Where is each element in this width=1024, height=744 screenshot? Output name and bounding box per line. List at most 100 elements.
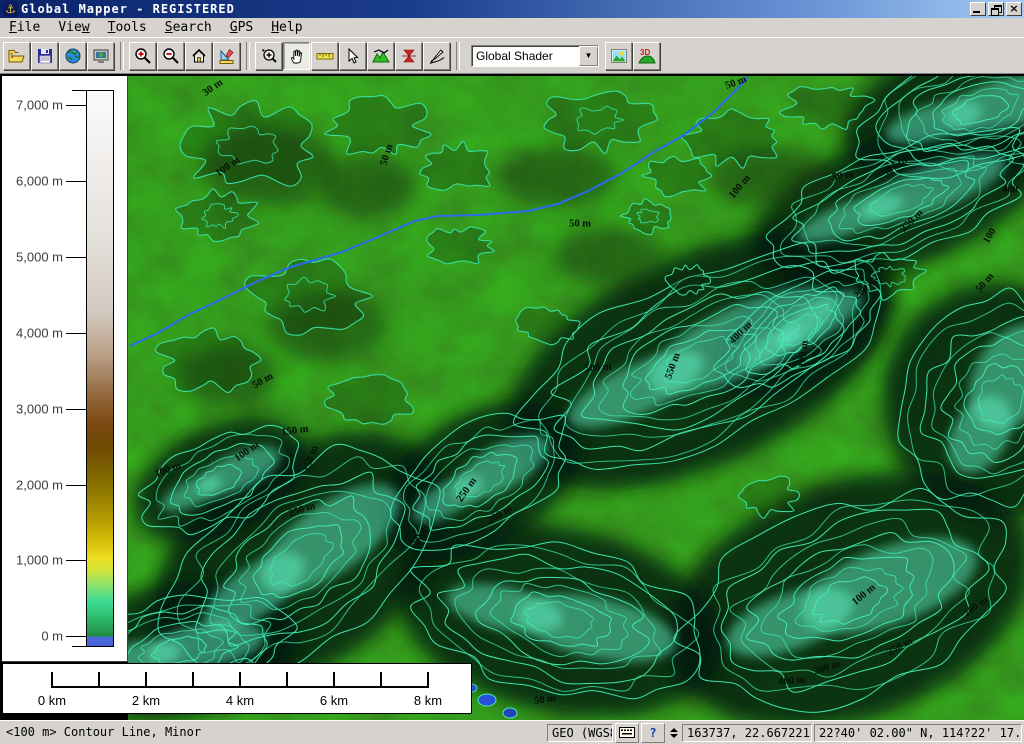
scale-label: 8 km	[414, 693, 442, 708]
help-icon[interactable]: ?	[641, 723, 665, 743]
legend-tick-label: 7,000 m	[16, 98, 63, 113]
menu-help[interactable]: Help	[262, 19, 311, 37]
full-view-icon	[190, 47, 208, 65]
screen-capture-icon	[92, 47, 110, 65]
scale-tick	[380, 672, 382, 688]
legend-bar-end-tick	[72, 646, 86, 647]
status-projection: GEO (WGS84	[547, 724, 613, 742]
path-profile-icon	[372, 47, 390, 65]
status-coords-decimal: 163737, 22.66722137 )	[682, 724, 812, 742]
contour-label: 400	[1002, 185, 1018, 196]
measure-icon	[316, 47, 334, 65]
scale-label: 4 km	[226, 693, 254, 708]
close-button[interactable]: ×	[1006, 2, 1022, 16]
world-download-button[interactable]	[59, 42, 86, 70]
save-icon	[36, 47, 54, 65]
legend-tick	[66, 181, 86, 182]
menu-file[interactable]: File	[0, 19, 49, 37]
legend-tick	[66, 409, 86, 410]
measure-button[interactable]	[311, 42, 338, 70]
scale-tick	[239, 672, 241, 688]
zoom-scale-button[interactable]	[213, 42, 240, 70]
menu-bar: FileViewToolsSearchGPSHelp	[0, 18, 1024, 38]
legend-tick	[66, 485, 86, 486]
pan-hand-icon	[288, 47, 306, 65]
title-bar: ⚓ Global Mapper - REGISTERED ×	[0, 0, 1024, 18]
restore-button[interactable]	[988, 2, 1004, 16]
digitizer-icon	[428, 47, 446, 65]
scale-bar: 0 km 2 km 4 km 6 km 8 km	[2, 663, 472, 714]
legend-tick-label: 2,000 m	[16, 478, 63, 493]
zoom-out-button[interactable]	[157, 42, 184, 70]
minimize-button[interactable]	[970, 2, 986, 16]
scale-label: 6 km	[320, 693, 348, 708]
full-view-button[interactable]	[185, 42, 212, 70]
scale-tick	[427, 672, 429, 688]
scale-label: 2 km	[132, 693, 160, 708]
contour-label: 400 m	[778, 675, 806, 688]
keyboard-icon[interactable]	[615, 723, 639, 743]
digitizer-button[interactable]	[423, 42, 450, 70]
shader-select-value: Global Shader	[472, 46, 579, 66]
contour-label: 500 m	[584, 361, 612, 374]
zoom-tool-icon	[260, 47, 278, 65]
coordinate-spinner[interactable]	[667, 723, 680, 743]
legend-tick-label: 6,000 m	[16, 174, 63, 189]
legend-tick	[66, 636, 86, 637]
line-of-sight-button[interactable]	[395, 42, 422, 70]
legend-tick	[66, 333, 86, 334]
select-arrow-button[interactable]	[339, 42, 366, 70]
open-file-button[interactable]	[3, 42, 30, 70]
open-file-icon	[7, 47, 27, 65]
legend-tick	[66, 105, 86, 106]
legend-tick-label: 0 m	[41, 629, 63, 644]
zoom-scale-icon	[218, 47, 236, 65]
view-3d-button[interactable]: 3D	[633, 42, 660, 70]
elevation-gradient-bar	[86, 90, 114, 647]
scale-tick	[145, 672, 147, 688]
pan-hand-button[interactable]	[283, 42, 310, 70]
map-view[interactable]: 30 m100 m50 m50 m50 m100 m50 m300 m40025…	[128, 76, 1024, 720]
menu-search[interactable]: Search	[156, 19, 221, 37]
zoom-in-button[interactable]	[129, 42, 156, 70]
toolbar: Global Shader▼ 3D	[0, 37, 1024, 74]
zoom-in-icon	[134, 47, 152, 65]
spinner-up-icon[interactable]	[670, 728, 678, 732]
chevron-down-icon[interactable]: ▼	[579, 46, 598, 66]
legend-tick	[66, 560, 86, 561]
zoom-tool-button[interactable]	[255, 42, 282, 70]
screen-capture-button[interactable]	[87, 42, 114, 70]
legend-tick-label: 3,000 m	[16, 402, 63, 417]
save-button[interactable]	[31, 42, 58, 70]
view-3d-icon: 3D	[637, 47, 657, 65]
menu-gps[interactable]: GPS	[221, 19, 262, 37]
legend-bar-end-tick	[72, 90, 86, 91]
legend-tick-label: 4,000 m	[16, 326, 63, 341]
scale-tick	[286, 672, 288, 688]
raster-options-button[interactable]	[605, 42, 632, 70]
spinner-down-icon[interactable]	[670, 734, 678, 738]
menu-tools[interactable]: Tools	[99, 19, 156, 37]
global-mapper-window: { "titlebar": { "icon": "anchor-globe-ic…	[0, 0, 1024, 744]
status-coords-dms: 22?40' 02.00" N, 114?22' 17.89" E	[814, 724, 1022, 742]
scale-tick	[192, 672, 194, 688]
scale-tick	[333, 672, 335, 688]
contour-label: 100 m	[797, 340, 810, 368]
path-profile-button[interactable]	[367, 42, 394, 70]
legend-tick-label: 5,000 m	[16, 250, 63, 265]
anchor-globe-icon: ⚓	[3, 2, 18, 17]
toolbar-separator	[120, 42, 124, 70]
line-of-sight-icon	[400, 47, 418, 65]
elevation-legend: 7,000 m 6,000 m 5,000 m 4,000 m 3,000 m 2,000…	[2, 76, 128, 662]
shader-select[interactable]: Global Shader▼	[471, 45, 599, 67]
toolbar-separator	[456, 42, 460, 70]
select-arrow-icon	[344, 47, 362, 65]
contour-label: 50 m	[569, 219, 591, 230]
raster-options-icon	[610, 47, 628, 65]
world-download-icon	[64, 47, 82, 65]
menu-view[interactable]: View	[49, 19, 98, 37]
main-area: 30 m100 m50 m50 m50 m100 m50 m300 m40025…	[0, 74, 1024, 720]
scale-label: 0 km	[38, 693, 66, 708]
legend-tick	[66, 257, 86, 258]
scale-tick	[51, 672, 53, 688]
